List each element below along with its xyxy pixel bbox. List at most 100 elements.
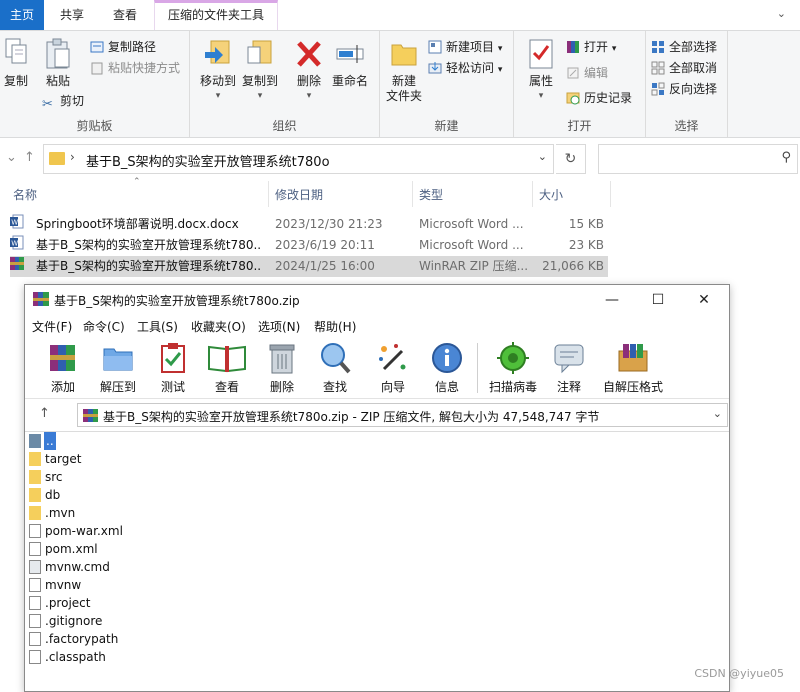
word-icon: W xyxy=(10,235,24,250)
address-bar[interactable]: › 基于B_S架构的实验室开放管理系统t780o ⌄ xyxy=(43,144,554,174)
scan-virus-button[interactable]: 扫描病毒 xyxy=(485,341,541,394)
copy-to-button[interactable]: 复制到 ▾ xyxy=(240,37,280,104)
select-none-icon xyxy=(651,61,665,75)
select-all-icon xyxy=(652,41,664,53)
move-to-button[interactable]: 移动到 ▾ xyxy=(198,37,238,104)
edit-button[interactable]: 编辑 xyxy=(566,63,608,83)
select-none-button[interactable]: 全部取消 xyxy=(651,58,717,78)
open-button[interactable]: 打开 ▾ xyxy=(566,37,616,57)
chevron-down-icon[interactable]: ⌄ xyxy=(777,7,786,20)
folder-icon xyxy=(49,152,65,165)
folder-icon xyxy=(29,470,41,484)
new-folder-button[interactable]: 新建 文件夹 xyxy=(384,37,424,104)
winrar-path-box[interactable]: 基于B_S架构的实验室开放管理系统t780o.zip - ZIP 压缩文件, 解… xyxy=(77,403,728,427)
up-arrow-icon[interactable]: ↑ xyxy=(24,150,35,165)
test-button[interactable]: 测试 xyxy=(155,341,191,394)
new-item-icon xyxy=(428,40,442,54)
minimize-icon: — xyxy=(605,292,619,308)
chevron-right-icon[interactable]: › xyxy=(70,150,75,164)
file-row[interactable]: W Springboot环境部署说明.docx.docx 2023/12/30 … xyxy=(10,214,608,235)
menu-help[interactable]: 帮助(H) xyxy=(314,318,356,335)
sort-up-icon: ⌃ xyxy=(133,177,141,187)
winrar-title-bar[interactable]: 基于B_S架构的实验室开放管理系统t780o.zip — ☐ ✕ xyxy=(25,285,729,315)
column-divider[interactable] xyxy=(610,181,611,207)
folder-icon xyxy=(29,506,41,520)
tab-share[interactable]: 共享 xyxy=(48,0,96,30)
winrar-icon xyxy=(83,409,98,422)
menu-file[interactable]: 文件(F) xyxy=(32,318,72,335)
toolbar-separator xyxy=(477,343,478,393)
dropdown-arrow-icon: ▾ xyxy=(497,44,503,54)
search-input[interactable]: ⚲ xyxy=(598,144,798,174)
info-icon xyxy=(432,343,462,373)
delete-archive-button[interactable]: 删除 xyxy=(265,341,299,394)
magnifier-icon xyxy=(321,343,351,374)
info-button[interactable]: 信息 xyxy=(429,341,465,394)
close-button[interactable]: ✕ xyxy=(681,285,727,315)
column-header-type[interactable]: 类型 xyxy=(419,183,443,207)
minimize-button[interactable]: — xyxy=(589,285,635,315)
easy-access-icon xyxy=(428,62,442,74)
chevron-down-icon[interactable]: ⌄ xyxy=(538,150,547,163)
menu-commands[interactable]: 命令(C) xyxy=(83,318,125,335)
paste-shortcut-button[interactable]: 粘贴快捷方式 xyxy=(90,58,180,78)
chevron-down-icon[interactable]: ⌄ xyxy=(713,407,722,420)
history-icon xyxy=(566,92,580,105)
paste-button[interactable]: 粘贴 xyxy=(42,37,74,89)
tab-home[interactable]: 主页 xyxy=(0,0,44,30)
file-row-selected[interactable]: 基于B_S架构的实验室开放管理系统t780... 2024/1/25 16:00… xyxy=(10,256,608,277)
ribbon-tab-bar: 主页 共享 查看 压缩的文件夹工具 ⌄ xyxy=(0,0,800,30)
delete-button[interactable]: 删除 ▾ xyxy=(292,37,326,104)
ribbon-group-new: 新建 文件夹 新建项目 ▾ 轻松访问 ▾ 新建 xyxy=(380,31,514,137)
rename-button[interactable]: 重命名 xyxy=(330,37,370,89)
dropdown-arrow-icon: ▾ xyxy=(611,44,617,54)
add-button[interactable]: 添加 xyxy=(45,341,81,394)
ribbon: 复制 粘贴 复制路径 粘贴快捷方式 ✂ 剪切 剪贴板 移动到 ▾ 复制到 ▾ 删… xyxy=(0,30,800,138)
file-row[interactable]: W 基于B_S架构的实验室开放管理系统t780... 2023/6/19 20:… xyxy=(10,235,608,256)
up-arrow-icon[interactable]: ↑ xyxy=(39,406,50,421)
winrar-address-row: ↑ 基于B_S架构的实验室开放管理系统t780o.zip - ZIP 压缩文件,… xyxy=(25,401,729,429)
easy-access-button[interactable]: 轻松访问 ▾ xyxy=(428,58,502,78)
refresh-button[interactable]: ↻ xyxy=(556,144,586,174)
properties-button[interactable]: 属性 ▾ xyxy=(524,37,558,104)
copy-icon xyxy=(5,38,27,64)
properties-icon xyxy=(529,39,553,69)
ribbon-group-clipboard: 复制 粘贴 复制路径 粘贴快捷方式 ✂ 剪切 剪贴板 xyxy=(0,31,190,137)
winrar-toolbar: 添加 解压到 测试 查看 删除 查找 向导 信息 扫描病毒 注释 自解压格式 xyxy=(25,337,729,399)
winrar-window: 基于B_S架构的实验室开放管理系统t780o.zip — ☐ ✕ 文件(F) 命… xyxy=(24,284,730,692)
maximize-button[interactable]: ☐ xyxy=(635,285,681,315)
xml-file-icon xyxy=(29,542,41,556)
paste-shortcut-icon xyxy=(91,62,103,75)
extract-to-button[interactable]: 解压到 xyxy=(97,341,139,394)
tab-compressed-folder-tools[interactable]: 压缩的文件夹工具 xyxy=(154,0,278,30)
new-item-button[interactable]: 新建项目 ▾ xyxy=(428,37,502,57)
invert-selection-button[interactable]: 反向选择 xyxy=(651,79,717,99)
comment-icon xyxy=(554,344,584,374)
cut-button[interactable]: ✂ 剪切 xyxy=(42,91,84,112)
copy-path-button[interactable]: 复制路径 xyxy=(90,37,156,57)
select-all-button[interactable]: 全部选择 xyxy=(651,37,717,57)
column-header-date[interactable]: 修改日期 xyxy=(275,183,323,207)
menu-tools[interactable]: 工具(S) xyxy=(137,318,178,335)
sfx-button[interactable]: 自解压格式 xyxy=(601,341,665,394)
chevron-down-icon[interactable]: ⌄ xyxy=(6,150,17,165)
column-divider[interactable] xyxy=(412,181,413,207)
address-path: 基于B_S架构的实验室开放管理系统t780o xyxy=(86,155,330,170)
dropdown-arrow-icon: ▾ xyxy=(306,91,312,101)
history-button[interactable]: 历史记录 xyxy=(566,88,632,108)
column-divider[interactable] xyxy=(268,181,269,207)
tab-view[interactable]: 查看 xyxy=(100,0,150,30)
copy-button[interactable]: 复制 xyxy=(2,37,30,89)
comment-button[interactable]: 注释 xyxy=(551,341,587,394)
column-header-name[interactable]: 名称 xyxy=(13,183,37,207)
wizard-button[interactable]: 向导 xyxy=(375,341,411,394)
column-header-size[interactable]: 大小 xyxy=(539,183,563,207)
menu-options[interactable]: 选项(N) xyxy=(258,318,300,335)
dropdown-arrow-icon: ▾ xyxy=(215,91,221,101)
find-button[interactable]: 查找 xyxy=(317,341,353,394)
menu-favorites[interactable]: 收藏夹(O) xyxy=(191,318,246,335)
view-button[interactable]: 查看 xyxy=(205,341,249,394)
address-row: ⌄ ↑ › 基于B_S架构的实验室开放管理系统t780o ⌄ ↻ ⚲ xyxy=(0,139,800,177)
column-divider[interactable] xyxy=(532,181,533,207)
file-icon xyxy=(29,596,41,610)
